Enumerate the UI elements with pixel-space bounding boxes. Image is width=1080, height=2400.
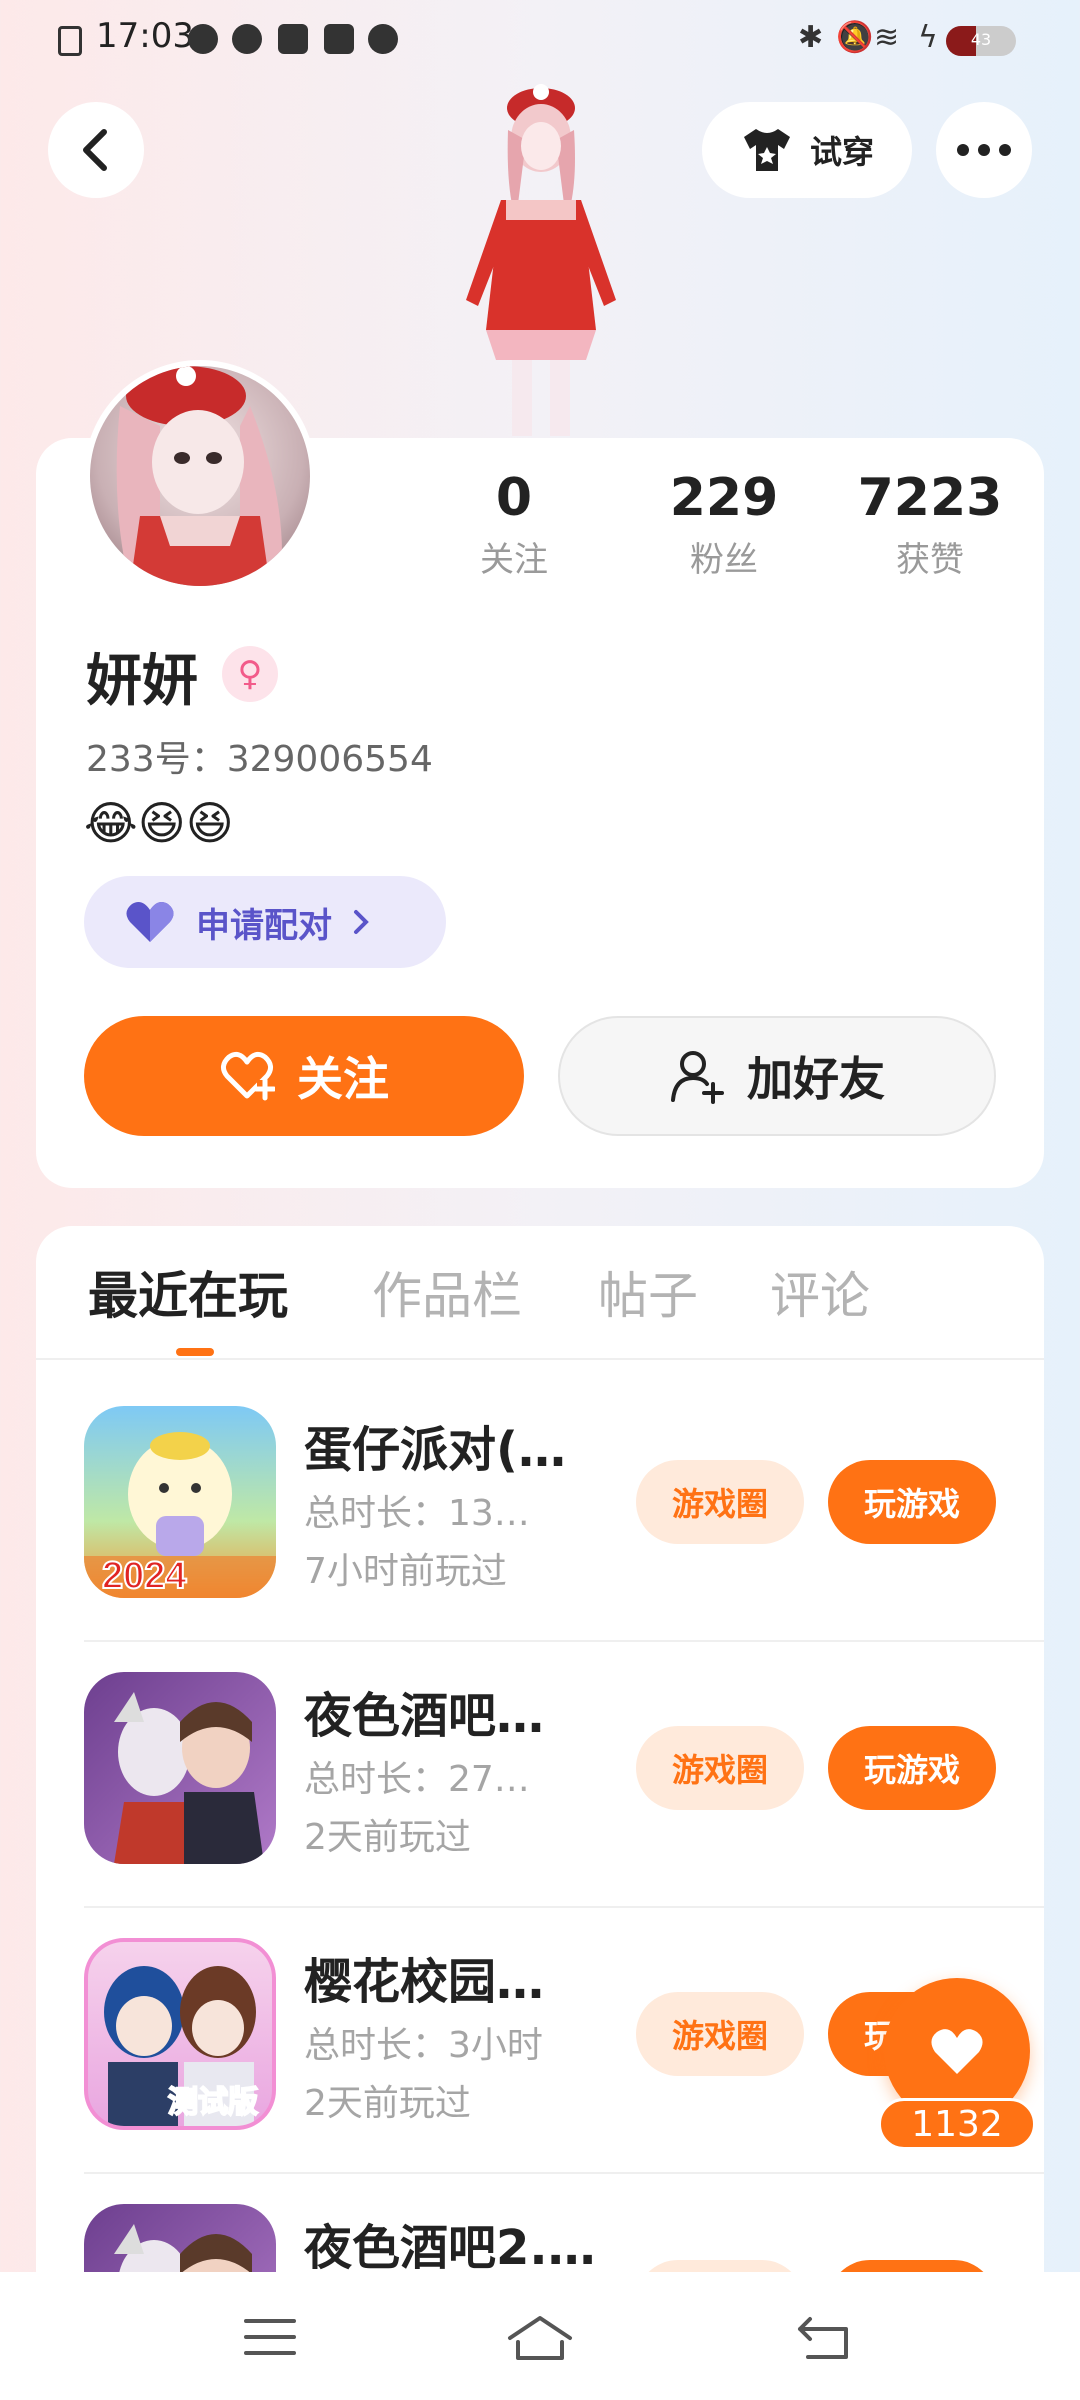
more-icon [957, 144, 1011, 156]
stat-fans-label: 粉丝 [690, 540, 758, 580]
back-icon [83, 129, 107, 171]
stat-following[interactable]: 0 关注 [434, 468, 594, 581]
follow-label: 关注 [297, 1052, 389, 1106]
video-notification-icon [368, 24, 398, 54]
game-duration: 总时长：3小时 [304, 2025, 543, 2066]
battery-icon: 43 [946, 26, 1016, 56]
more-button[interactable] [936, 102, 1032, 198]
floating-like-count: 1132 [878, 2098, 1036, 2150]
stat-likes[interactable]: 7223 获赞 [850, 468, 1010, 581]
heart-icon [931, 2029, 983, 2074]
game-last-played: 2天前玩过 [304, 1817, 471, 1858]
shirt-icon [743, 129, 790, 171]
back-button[interactable] [48, 102, 144, 198]
game-circle-button[interactable]: 游戏圈 [636, 1726, 804, 1810]
game-icon-eggy-party[interactable]: 2024 [84, 1406, 276, 1598]
user-id: 233号：329006554 [86, 739, 433, 780]
wifi-icon: ≋ [874, 20, 900, 55]
row-divider [84, 1906, 1044, 1908]
game-title: 蛋仔派对(… [304, 1422, 566, 1478]
heart-pair-icon [126, 902, 174, 942]
game-last-played: 7小时前玩过 [304, 1551, 507, 1592]
tab-posts[interactable]: 帖子 [598, 1256, 698, 1328]
row-divider [84, 2172, 1044, 2174]
username: 妍妍 [86, 649, 198, 714]
play-game-button[interactable]: 玩游戏 [828, 1460, 996, 1544]
tab-recently-played[interactable]: 最近在玩 [88, 1256, 288, 1328]
add-friend-button[interactable]: 加好友 [558, 1016, 996, 1136]
nav-home-button[interactable] [500, 2302, 580, 2372]
battery-level: 43 [970, 30, 992, 49]
mute-icon: 🔕 [836, 20, 874, 55]
game-icon-night-bar[interactable] [84, 1672, 276, 1864]
game-row[interactable]: 夜色酒吧… 总时长：27… 2天前玩过 游戏圈 玩游戏 [84, 1672, 1044, 1938]
row-divider [84, 1640, 1044, 1642]
game-title: 夜色酒吧… [304, 1688, 545, 1744]
active-tab-indicator [176, 1348, 214, 1356]
stat-fans-value: 229 [669, 468, 779, 528]
nav-menu-button[interactable] [230, 2302, 310, 2372]
menu-icon [244, 2319, 296, 2355]
follow-button[interactable]: 关注 [84, 1016, 524, 1136]
heart-plus-icon [221, 1051, 275, 1101]
apply-pair-label: 申请配对 [196, 905, 332, 946]
nav-back-button[interactable] [784, 2302, 864, 2372]
tabs-divider [36, 1358, 1044, 1360]
play-game-button[interactable]: 玩游戏 [828, 1726, 996, 1810]
system-navigation-bar [0, 2272, 1080, 2400]
try-on-button[interactable]: 试穿 [702, 102, 912, 198]
game-circle-button[interactable]: 游戏圈 [636, 1460, 804, 1544]
emoji-signature: 😂😆😆 [84, 796, 234, 850]
stat-following-label: 关注 [480, 540, 548, 580]
home-icon [508, 2316, 572, 2360]
game-row[interactable]: 2024 蛋仔派对(… 总时长：13… 7小时前玩过 游戏圈 玩游戏 [84, 1406, 1044, 1672]
chevron-right-icon [354, 910, 369, 934]
avatar-figure-illustration [466, 84, 616, 436]
game-circle-button[interactable]: 游戏圈 [636, 1992, 804, 2076]
app-notification-icon [232, 24, 262, 54]
tab-comments[interactable]: 评论 [770, 1256, 870, 1328]
sim-off-icon [58, 26, 82, 56]
tab-works[interactable]: 作品栏 [372, 1256, 522, 1328]
status-bar: 17:03 ✱ 🔕 ≋ ϟ 43 [0, 0, 1080, 80]
game-duration: 总时长：13… [304, 1493, 530, 1534]
game-title: 樱花校园… [304, 1954, 545, 2010]
play-notification-icon [278, 24, 308, 54]
stat-following-value: 0 [495, 468, 533, 528]
apply-pair-button[interactable]: 申请配对 [84, 876, 446, 968]
game-icon-text: 2024 [102, 1555, 187, 1597]
female-gender-icon: ♀ [222, 646, 278, 702]
avatar[interactable] [84, 360, 316, 592]
return-icon [798, 2317, 848, 2359]
status-time: 17:03 [96, 16, 194, 56]
stat-fans[interactable]: 229 粉丝 [644, 468, 804, 581]
bluetooth-icon: ✱ [798, 20, 824, 55]
avatar-figure[interactable] [446, 80, 636, 440]
add-user-icon [671, 1051, 724, 1104]
check-icon [188, 24, 218, 54]
game-title: 夜色酒吧2.… [304, 2220, 596, 2276]
avatar-image [90, 366, 310, 586]
stat-likes-value: 7223 [857, 468, 1003, 528]
stat-likes-label: 获赞 [896, 540, 964, 580]
mail-notification-icon [324, 24, 354, 54]
game-icon-text: 测试版 [168, 2086, 258, 2119]
game-last-played: 2天前玩过 [304, 2083, 471, 2124]
game-icon-sakura-school[interactable]: 测试版 [84, 1938, 276, 2130]
add-friend-label: 加好友 [747, 1052, 885, 1106]
try-on-label: 试穿 [809, 133, 874, 171]
game-duration: 总时长：27… [304, 1759, 530, 1800]
charging-icon: ϟ [918, 20, 938, 55]
